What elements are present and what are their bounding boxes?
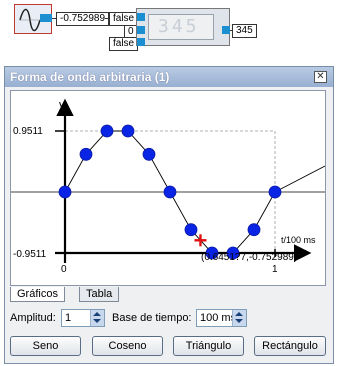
timebase-value: 100 ms [200, 312, 237, 324]
data-point [184, 223, 198, 237]
data-point [58, 185, 72, 199]
data-point [121, 124, 135, 138]
arrow-up-icon[interactable] [93, 312, 101, 316]
x-axis-label: t/100 ms [281, 235, 316, 245]
data-point [163, 185, 177, 199]
timebase-label: Base de tiempo: [112, 312, 192, 324]
amplitude-spin-buttons[interactable] [90, 310, 104, 326]
cosine-button[interactable]: Coseno [92, 336, 163, 356]
output-value-box: -0.752989 [56, 12, 110, 26]
plot-area[interactable]: y t/100 ms 0.9511 -0.9511 0 1 (0.6451?7,… [10, 90, 326, 286]
series-line-extension [274, 165, 325, 193]
display-input-port[interactable] [137, 13, 145, 21]
waveform-chart[interactable]: y t/100 ms 0.9511 -0.9511 0 1 (0.6451?7,… [11, 91, 325, 285]
data-point [142, 147, 156, 161]
display-input-port[interactable] [137, 26, 145, 34]
timebase-spinner[interactable]: 100 ms [196, 309, 247, 327]
cursor-readout: (0.6451?7,-0.752989) [201, 252, 297, 263]
display-output-port[interactable] [222, 26, 230, 34]
data-point [79, 147, 93, 161]
false-flag-bottom: false [109, 37, 139, 51]
y-tick-max: 0.9511 [13, 126, 43, 137]
tab-tabla[interactable]: Tabla [79, 287, 120, 302]
display-input-port[interactable] [137, 38, 145, 46]
arrow-up-icon[interactable] [235, 312, 243, 316]
tab-graficos[interactable]: Gráficos [10, 287, 65, 302]
data-point [247, 223, 261, 237]
amplitude-value: 1 [65, 312, 72, 324]
amplitude-spinner[interactable]: 1 [61, 309, 105, 327]
timebase-spin-buttons[interactable] [232, 310, 246, 326]
sine-button[interactable]: Seno [10, 336, 81, 356]
triangle-button[interactable]: Triángulo [173, 336, 244, 356]
close-button[interactable]: ✕ [314, 71, 327, 83]
x-tick-one: 1 [272, 264, 278, 275]
false-flag-top: false [109, 12, 139, 26]
data-point [268, 185, 282, 199]
data-point [100, 124, 114, 138]
display-output-value: 345 [232, 24, 257, 38]
x-tick-zero: 0 [61, 264, 67, 275]
rectangle-button[interactable]: Rectángulo [254, 336, 326, 356]
arrow-down-icon[interactable] [93, 319, 101, 323]
arrow-down-icon[interactable] [235, 319, 243, 323]
lcd-digits: 345 [158, 16, 200, 37]
close-icon: ✕ [316, 71, 325, 82]
y-axis-label: y [59, 99, 65, 111]
generator-output-port[interactable] [40, 14, 52, 22]
window-title: Forma de onda arbitraria (1) [10, 70, 170, 84]
y-tick-min: -0.9511 [13, 249, 47, 260]
amplitude-label: Amplitud: [10, 312, 56, 324]
